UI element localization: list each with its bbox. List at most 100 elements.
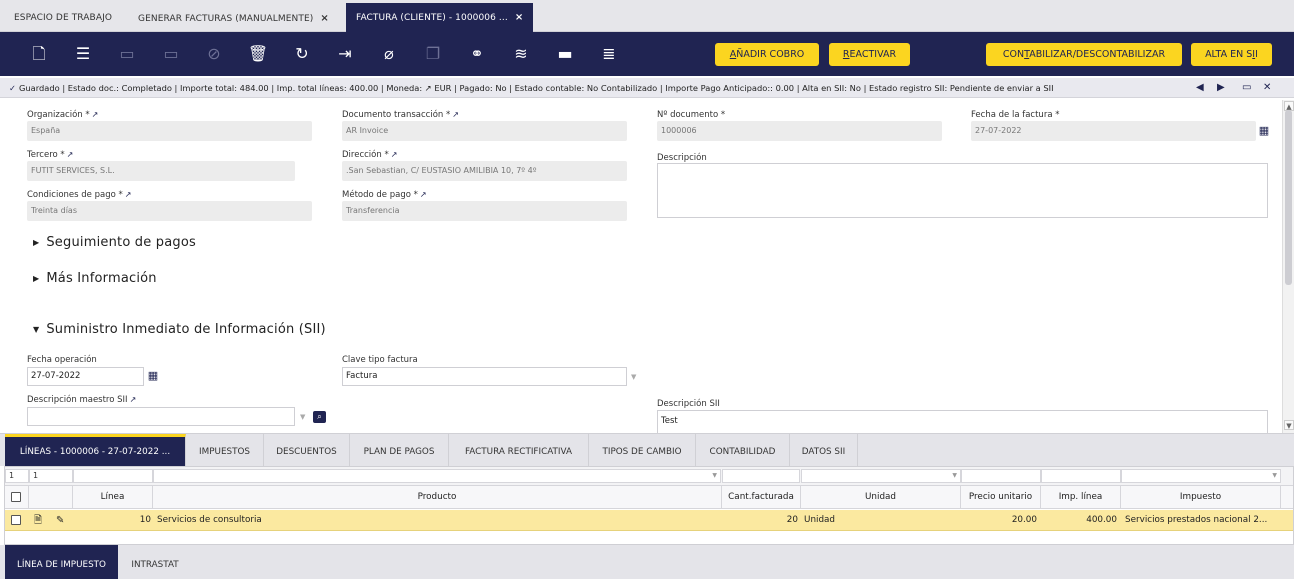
clave-tipo-select[interactable]: Factura (342, 367, 627, 386)
desc-maestro-input[interactable] (27, 407, 295, 426)
cell-producto[interactable]: Servicios de consultoria (157, 510, 717, 531)
doc-transaccion-field[interactable]: AR Invoice (342, 121, 627, 141)
attachment-icon[interactable]: ⌀ (378, 43, 400, 65)
section-seguimiento[interactable]: ▶ Seguimiento de pagos (33, 235, 196, 250)
form-scrollbar[interactable]: ▲ ▼ (1282, 100, 1294, 433)
col-linea[interactable]: Línea (73, 486, 153, 509)
fecha-operacion-input[interactable]: 27-07-2022 (27, 367, 144, 386)
tab-lineas[interactable]: LÍNEAS - 1000006 - 27-07-2022 ... (5, 434, 186, 467)
col-precio[interactable]: Precio unitario (961, 486, 1041, 509)
cancel-icon[interactable]: ⊘ (203, 43, 225, 65)
cell-impuesto[interactable]: Servicios prestados nacional 2... (1125, 510, 1281, 531)
close-icon[interactable]: × (320, 13, 328, 24)
fecha-factura-label: Fecha de la factura * (971, 110, 1060, 120)
condiciones-field[interactable]: Treinta días (27, 201, 312, 221)
refresh-icon[interactable]: ↻ (291, 43, 313, 65)
calendar-icon[interactable]: ▦ (1258, 125, 1270, 137)
new-document-icon[interactable]: 🗋 (28, 43, 50, 65)
new-row-icon[interactable]: ☰ (72, 43, 94, 65)
process-icon[interactable]: ≣ (598, 43, 620, 65)
cell-importe[interactable]: 400.00 (1041, 510, 1117, 531)
desc-sii-label: Descripción SII (657, 399, 720, 409)
anadir-cobro-button[interactable]: AÑADIR COBRO (715, 43, 819, 66)
filter-importe[interactable] (1041, 469, 1121, 483)
cell-unidad[interactable]: Unidad (804, 510, 959, 531)
tab-contabilidad[interactable]: CONTABILIDAD (696, 434, 790, 467)
tab-linea-impuesto[interactable]: LÍNEA DE IMPUESTO (5, 545, 118, 579)
tab-impuestos[interactable]: IMPUESTOS (186, 434, 264, 467)
filter-precio[interactable] (961, 469, 1041, 483)
link-icon[interactable]: ⚭ (466, 43, 488, 65)
descripcion-textarea[interactable] (657, 163, 1268, 218)
tercero-label: Tercero * ↗ (27, 150, 74, 160)
close-icon[interactable]: × (515, 12, 523, 23)
filter-producto[interactable]: ▼ (153, 469, 721, 483)
metodo-label: Método de pago * ↗ (342, 190, 427, 200)
previous-record-icon[interactable]: ◀ (1196, 78, 1204, 98)
lines-grid: 1 1 ▼ ▼ ▼ Línea Producto Cant.facturada … (4, 466, 1294, 545)
tab-tipos-cambio[interactable]: TIPOS DE CAMBIO (589, 434, 696, 467)
chevron-down-icon[interactable]: ▼ (300, 413, 305, 421)
tab-espacio-trabajo[interactable]: ESPACIO DE TRABAJO (4, 5, 122, 32)
next-record-icon[interactable]: ▶ (1217, 78, 1225, 98)
filter-linea[interactable] (73, 469, 153, 483)
calendar-icon[interactable]: ▦ (147, 370, 159, 382)
filter-impuesto[interactable]: ▼ (1121, 469, 1281, 483)
col-producto[interactable]: Producto (153, 486, 722, 509)
direccion-field[interactable]: .San Sebastian, C/ EUSTASIO AMILIBIA 10,… (342, 161, 627, 181)
organizacion-field[interactable]: España (27, 121, 312, 141)
filter-selected-count[interactable]: 1 (5, 469, 29, 483)
cell-precio[interactable]: 20.00 (961, 510, 1037, 531)
filter-count[interactable]: 1 (29, 469, 73, 483)
search-icon[interactable]: ⌕ (313, 411, 326, 423)
cell-cantidad[interactable]: 20 (722, 510, 798, 531)
desc-sii-input[interactable]: Test (657, 410, 1268, 433)
fecha-factura-field[interactable]: 27-07-2022 (971, 121, 1256, 141)
section-sii[interactable]: ▼ Suministro Inmediato de Información (SI… (33, 322, 326, 337)
tab-factura-rectificativa[interactable]: FACTURA RECTIFICATIVA (449, 434, 589, 467)
copy-icon[interactable]: ❐ (422, 43, 444, 65)
document-icon[interactable]: 🗎 (34, 510, 46, 531)
tab-descuentos[interactable]: DESCUENTOS (264, 434, 350, 467)
toggle-view-icon[interactable]: ▬ (554, 43, 576, 65)
scroll-thumb[interactable] (1285, 110, 1292, 285)
doc-transaccion-label: Documento transacción * ↗ (342, 110, 459, 120)
scroll-down-icon[interactable]: ▼ (1284, 420, 1294, 430)
delete-icon[interactable]: 🗑 (247, 43, 269, 65)
filter-cantidad[interactable] (722, 469, 800, 483)
header-form: Organización * ↗ España Documento transac… (0, 100, 1280, 433)
tab-generar-facturas[interactable]: GENERAR FACTURAS (MANUALMENTE) × (128, 5, 339, 32)
reactivar-button[interactable]: REACTIVAR (829, 43, 910, 66)
n-documento-field[interactable]: 1000006 (657, 121, 942, 141)
tab-intrastat[interactable]: INTRASTAT (118, 545, 192, 579)
edit-icon[interactable]: ✎ (56, 510, 70, 531)
save-close-icon[interactable]: ▭ (160, 43, 182, 65)
tab-plan-pagos[interactable]: PLAN DE PAGOS (350, 434, 449, 467)
save-icon[interactable]: ▭ (116, 43, 138, 65)
audit-icon[interactable]: ≋ (510, 43, 532, 65)
contabilizar-button[interactable]: CONTABILIZAR/DESCONTABILIZAR (986, 43, 1182, 66)
metodo-field[interactable]: Transferencia (342, 201, 627, 221)
tab-datos-sii[interactable]: DATOS SII (790, 434, 858, 467)
section-mas-informacion[interactable]: ▶ Más Información (33, 271, 157, 286)
col-cantidad[interactable]: Cant.facturada (722, 486, 801, 509)
row-checkbox[interactable] (11, 515, 21, 525)
toolbar: 🗋 ☰ ▭ ▭ ⊘ 🗑 ↻ ⇥ ⌀ ❐ ⚭ ≋ ▬ ≣ AÑADIR COBRO… (0, 32, 1294, 76)
col-importe[interactable]: Imp. línea (1041, 486, 1121, 509)
export-icon[interactable]: ⇥ (334, 43, 356, 65)
chevron-down-icon[interactable]: ▼ (631, 373, 636, 381)
alta-sii-button[interactable]: ALTA EN SII (1191, 43, 1272, 66)
col-impuesto[interactable]: Impuesto (1121, 486, 1281, 509)
cell-linea[interactable]: 10 (73, 510, 151, 531)
child-tabs: LÍNEAS - 1000006 - 27-07-2022 ... IMPUES… (0, 433, 1294, 467)
col-unidad[interactable]: Unidad (801, 486, 961, 509)
select-all-checkbox[interactable] (11, 492, 21, 502)
tab-factura-cliente[interactable]: FACTURA (CLIENTE) - 1000006 ... × (346, 3, 534, 32)
tercero-field[interactable]: FUTIT SERVICES, S.L. (27, 161, 295, 181)
table-row[interactable]: 🗎 ✎ 10 Servicios de consultoria 20 Unida… (5, 510, 1293, 531)
header-row: Línea Producto Cant.facturada Unidad Pre… (5, 486, 1293, 509)
close-icon[interactable]: ✕ (1263, 78, 1271, 98)
maximize-icon[interactable]: ▭ (1242, 78, 1251, 98)
filter-unidad[interactable]: ▼ (801, 469, 961, 483)
select-all-cell[interactable] (5, 486, 29, 509)
